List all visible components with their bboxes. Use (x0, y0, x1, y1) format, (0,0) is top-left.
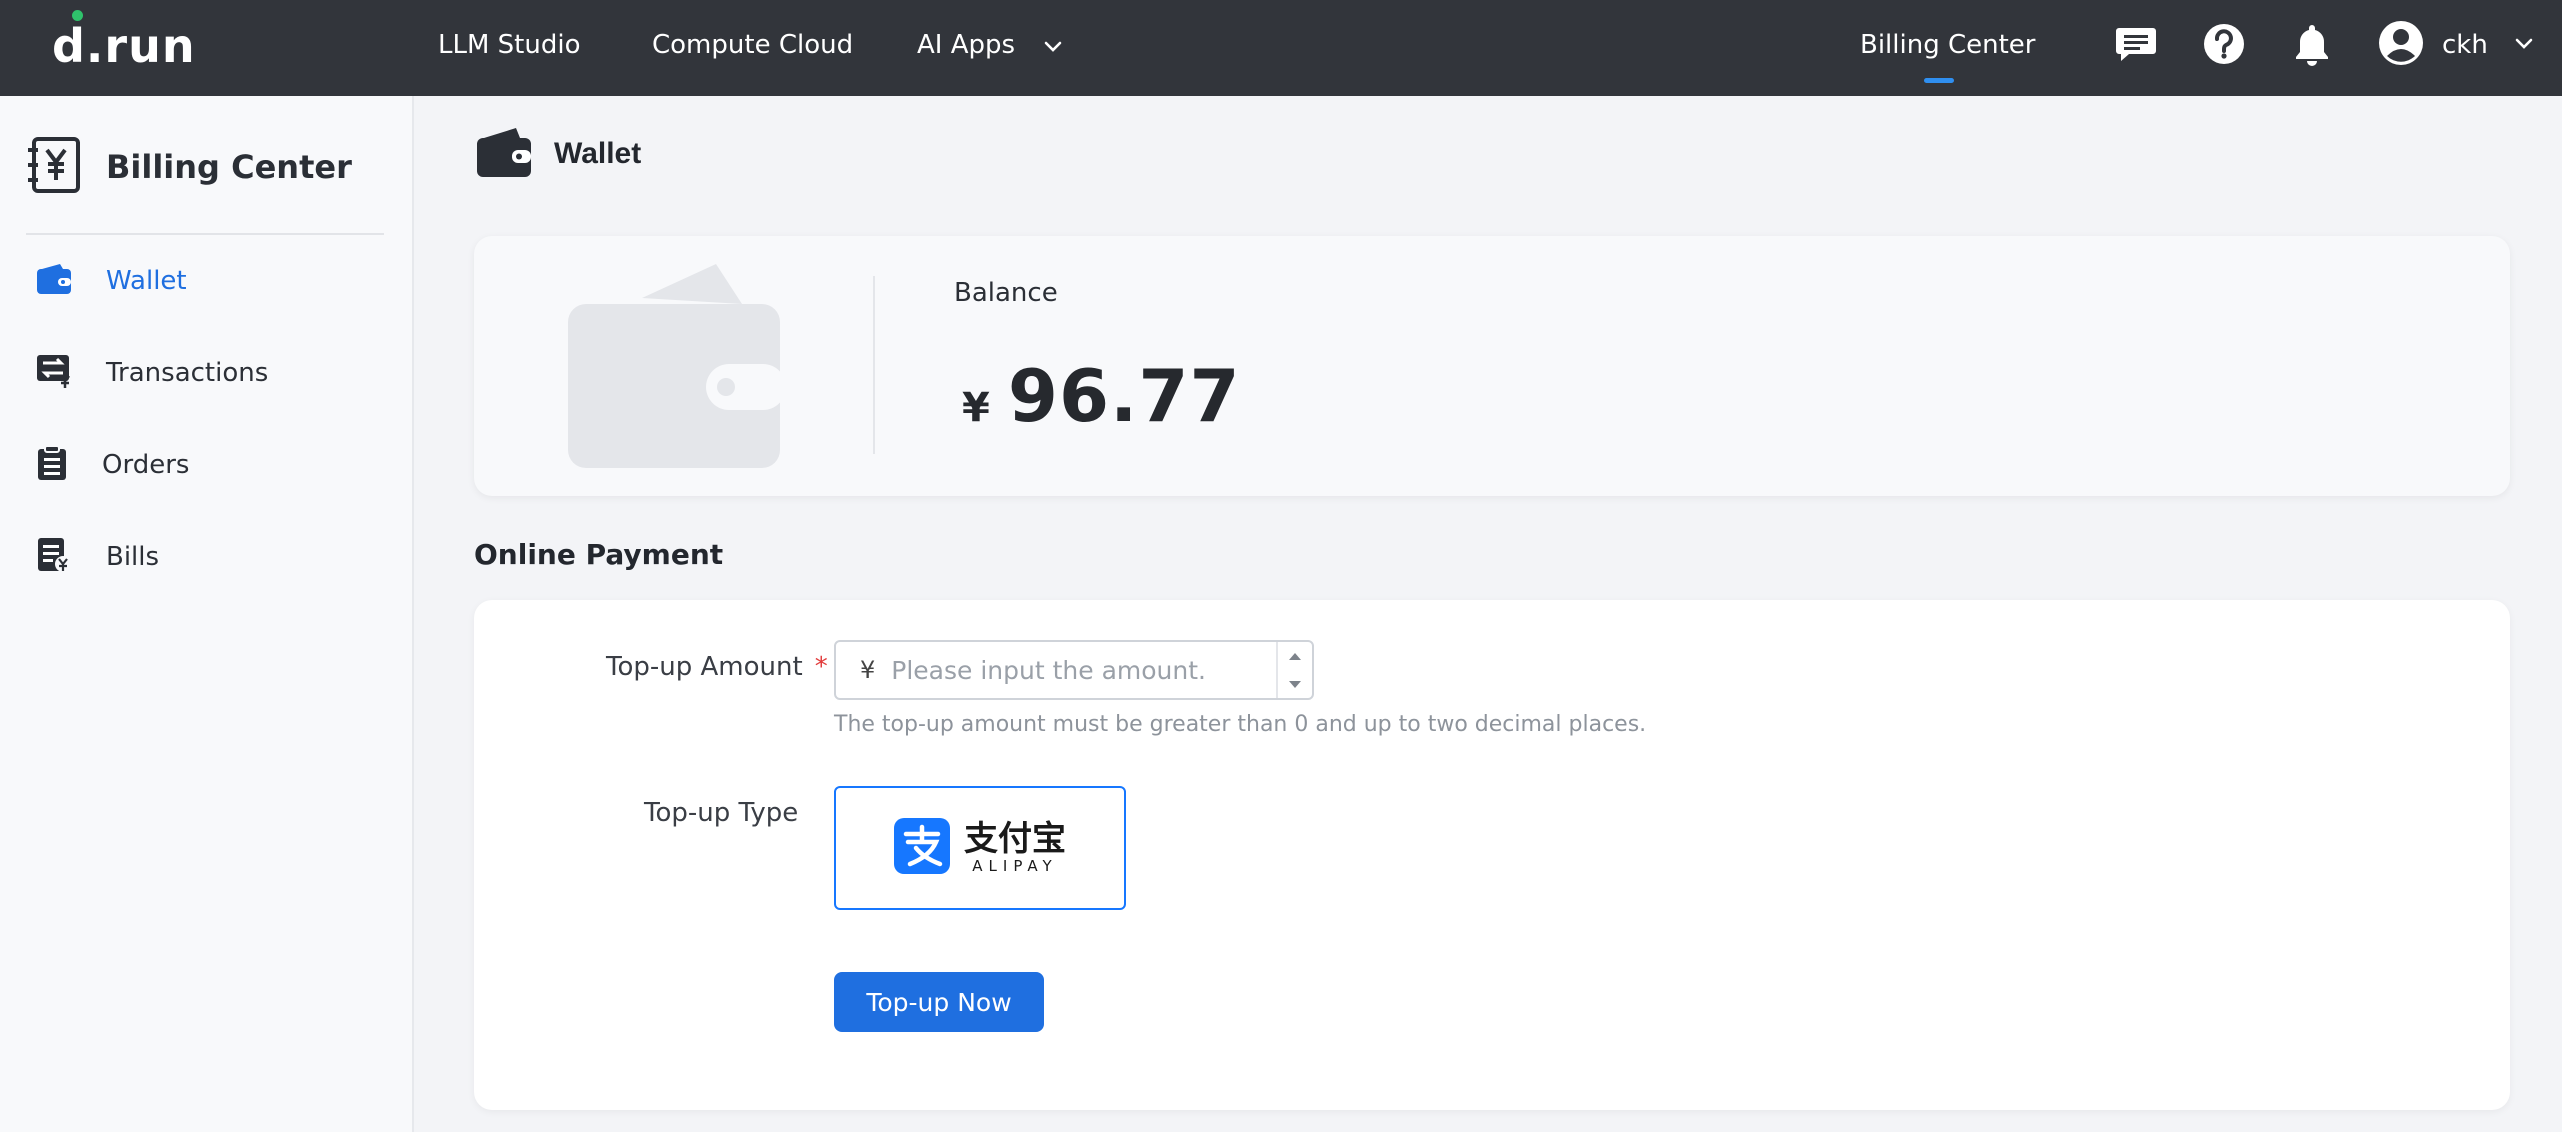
topup-amount-input[interactable] (891, 655, 1276, 685)
alipay-wordmark: 支付宝 ALIPAY (964, 821, 1066, 875)
sidebar-item-transactions[interactable]: Transactions (36, 348, 268, 398)
currency-symbol: ¥ (962, 385, 990, 431)
chevron-down-icon (2514, 36, 2534, 55)
user-avatar-icon (2378, 20, 2424, 70)
payment-form: Top-up Amount * ¥ The top-up amount must … (474, 600, 2510, 1110)
divider (873, 276, 875, 454)
billing-center-icon (26, 136, 82, 198)
sidebar-item-bills[interactable]: Bills (36, 532, 159, 582)
decrement-button[interactable] (1278, 670, 1312, 698)
increment-button[interactable] (1278, 642, 1312, 670)
alipay-cn-label: 支付宝 (964, 819, 1066, 859)
bell-icon[interactable] (2288, 20, 2336, 68)
wallet-illustration-icon (568, 264, 786, 472)
user-menu[interactable]: ckh (2378, 20, 2534, 70)
payment-option-alipay[interactable]: 支付宝 ALIPAY (834, 786, 1126, 910)
balance-card: Balance ¥ 96.77 (474, 236, 2510, 496)
balance-value: ¥ 96.77 (962, 354, 1241, 438)
nav-llm-studio[interactable]: LLM Studio (438, 0, 580, 96)
amount-hint: The top-up amount must be greater than 0… (834, 712, 1647, 737)
wallet-icon (36, 263, 72, 299)
sidebar-item-label: Bills (106, 542, 160, 572)
balance-amount: 96.77 (1007, 354, 1241, 438)
alipay-icon (894, 818, 950, 878)
nav-ai-apps-label: AI Apps (917, 30, 1016, 60)
logo-text: d.run (52, 19, 196, 73)
sidebar-item-label: Orders (102, 450, 190, 480)
sidebar-item-label: Transactions (106, 358, 269, 388)
bills-icon (36, 537, 72, 577)
divider (26, 233, 384, 235)
user-name: ckh (2442, 30, 2488, 60)
logo[interactable]: d.run (52, 10, 196, 74)
sidebar-header: Billing Center (26, 136, 352, 198)
amount-field[interactable]: ¥ (834, 640, 1314, 700)
nav-compute-cloud[interactable]: Compute Cloud (652, 0, 853, 96)
active-nav-indicator (1924, 78, 1954, 83)
sidebar-item-wallet[interactable]: Wallet (36, 256, 187, 306)
topup-type-label: Top-up Type (644, 798, 799, 828)
nav-ai-apps[interactable]: AI Apps (917, 0, 1063, 96)
help-icon[interactable] (2200, 20, 2248, 68)
currency-symbol: ¥ (860, 656, 876, 684)
sidebar-title: Billing Center (106, 148, 352, 186)
topup-amount-label: Top-up Amount * (606, 652, 828, 682)
sidebar: Billing Center Wallet Transactions Order… (0, 96, 414, 1132)
top-navbar: d.run LLM Studio Compute Cloud AI Apps B… (0, 0, 2562, 96)
chat-icon[interactable] (2112, 20, 2160, 68)
logo-dot (72, 10, 83, 21)
balance-label: Balance (954, 278, 1058, 308)
transactions-icon (36, 354, 72, 392)
section-title: Online Payment (474, 538, 724, 571)
topup-amount-label-text: Top-up Amount (606, 652, 803, 682)
alipay-logo: 支付宝 ALIPAY (894, 818, 1066, 878)
amount-stepper[interactable] (1276, 642, 1312, 698)
sidebar-item-orders[interactable]: Orders (36, 440, 189, 490)
sidebar-item-label: Wallet (106, 266, 187, 296)
alipay-en-label: ALIPAY (972, 857, 1058, 875)
page-header: Wallet (476, 126, 641, 182)
topup-now-button[interactable]: Top-up Now (834, 972, 1044, 1032)
orders-icon (36, 445, 68, 485)
required-mark: * (814, 652, 828, 682)
chevron-down-icon (1043, 1, 1063, 91)
wallet-icon (476, 126, 532, 182)
page-title: Wallet (554, 137, 642, 170)
